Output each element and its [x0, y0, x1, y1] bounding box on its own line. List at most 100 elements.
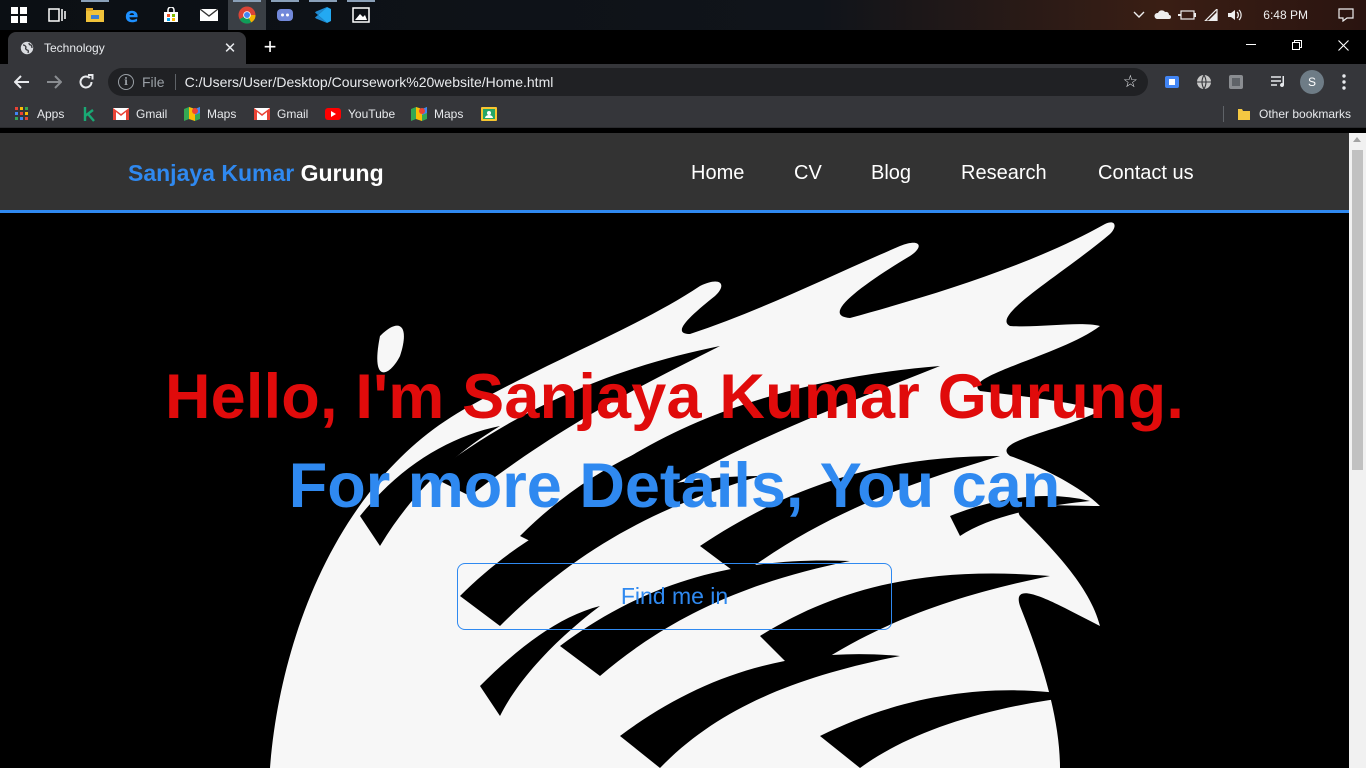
extension-box-icon[interactable]: [1226, 72, 1246, 92]
folder-icon: [1236, 106, 1252, 122]
brand-last-name: Gurung: [300, 160, 384, 186]
battery-icon[interactable]: [1175, 0, 1199, 30]
scroll-up-arrow-icon[interactable]: [1353, 137, 1361, 142]
reload-button[interactable]: [72, 68, 100, 96]
bookmark-label: Gmail: [277, 107, 309, 121]
tab-technology[interactable]: Technology ✕: [8, 32, 246, 64]
address-bar[interactable]: i File C:/Users/User/Desktop/Coursework%…: [108, 68, 1148, 96]
bookmark-gmail[interactable]: Gmail: [113, 104, 167, 124]
close-tab-icon[interactable]: ✕: [218, 36, 242, 60]
bookmark-other-folder[interactable]: Other bookmarks: [1236, 104, 1351, 124]
maps-icon: [411, 106, 427, 122]
vscode-icon: [315, 7, 331, 23]
nav-home[interactable]: Home: [691, 162, 744, 185]
site-header: Sanjaya Kumar Gurung Home CV Blog Resear…: [0, 133, 1349, 213]
nav-contact-us[interactable]: Contact us: [1098, 162, 1194, 185]
file-explorer-icon: [86, 8, 104, 22]
extension-globe-icon[interactable]: [1194, 72, 1214, 92]
forward-arrow-icon: [47, 75, 62, 89]
bookmark-apps[interactable]: Apps: [14, 104, 64, 124]
photos-icon: [352, 7, 370, 23]
discord-icon: [277, 9, 293, 21]
notifications-icon[interactable]: [1326, 0, 1366, 30]
start-button[interactable]: [0, 0, 38, 30]
bookmark-gmail[interactable]: Gmail: [254, 104, 308, 124]
youtube-icon: [325, 106, 341, 122]
volume-icon[interactable]: [1223, 0, 1247, 30]
nav-research[interactable]: Research: [961, 162, 1047, 185]
taskbar-discord[interactable]: [266, 0, 304, 30]
taskbar-mail[interactable]: [190, 0, 228, 30]
restore-icon: [1292, 40, 1302, 50]
chevron-up-icon[interactable]: [1127, 0, 1151, 30]
media-control-icon[interactable]: [1269, 72, 1289, 92]
globe-icon: [20, 41, 34, 55]
forward-button[interactable]: [40, 68, 68, 96]
bookmark-classroom[interactable]: [481, 104, 504, 124]
bookmark-youtube[interactable]: YouTube: [325, 104, 395, 124]
bookmark-label: Maps: [207, 107, 237, 121]
hero-title: Hello, I'm Sanjaya Kumar Gurung.: [164, 362, 1185, 432]
minimize-button[interactable]: [1228, 30, 1274, 60]
find-me-in-button[interactable]: Find me in: [457, 563, 892, 630]
tab-title: Technology: [44, 41, 105, 55]
extension-translate-icon[interactable]: [1162, 72, 1182, 92]
bookmark-maps[interactable]: Maps: [411, 104, 463, 124]
profile-avatar[interactable]: S: [1300, 70, 1324, 94]
url-text[interactable]: C:/Users/User/Desktop/Coursework%20websi…: [185, 74, 1123, 90]
bookmark-star-icon[interactable]: ☆: [1123, 72, 1138, 92]
back-arrow-icon: [14, 75, 29, 89]
task-view-icon: [48, 8, 66, 22]
tab-strip: Technology ✕ +: [0, 30, 1366, 64]
running-indicator: [271, 0, 299, 2]
wifi-icon[interactable]: [1199, 0, 1223, 30]
page-viewport: Sanjaya Kumar Gurung Home CV Blog Resear…: [0, 133, 1349, 768]
scrollbar-thumb[interactable]: [1352, 150, 1363, 470]
k-icon: [82, 106, 98, 122]
running-indicator: [309, 0, 337, 2]
divider: [174, 74, 176, 90]
maps-icon: [184, 106, 200, 122]
bookmark-maps[interactable]: Maps: [184, 104, 236, 124]
site-brand[interactable]: Sanjaya Kumar Gurung: [128, 160, 384, 187]
close-window-button[interactable]: [1320, 30, 1366, 60]
nav-blog[interactable]: Blog: [871, 162, 911, 185]
running-indicator: [81, 0, 109, 2]
taskbar-vscode[interactable]: [304, 0, 342, 30]
clock[interactable]: 6:48 PM: [1247, 8, 1326, 22]
brand-first-name: Sanjaya Kumar: [128, 160, 295, 186]
bookmark-label: Maps: [434, 107, 464, 121]
running-indicator: [347, 0, 375, 2]
restore-button[interactable]: [1274, 30, 1320, 60]
nav-cv[interactable]: CV: [794, 162, 822, 185]
bookmarks-bar: Apps Gmail Maps Gmail YouTube Maps Other…: [0, 100, 1366, 128]
classroom-icon: [481, 106, 497, 122]
mail-icon: [200, 8, 218, 21]
taskbar-edge[interactable]: e: [114, 0, 152, 30]
apps-grid-icon: [14, 106, 30, 122]
new-tab-button[interactable]: +: [259, 36, 281, 59]
svg-text:e: e: [125, 6, 139, 24]
chrome-icon: [238, 6, 256, 24]
gmail-icon: [113, 106, 129, 122]
store-icon: [164, 7, 178, 22]
info-icon[interactable]: i: [118, 74, 134, 90]
windows-taskbar: e 6:48 PM: [0, 0, 1366, 30]
bookmark-k[interactable]: [82, 104, 105, 124]
hero-section: Hello, I'm Sanjaya Kumar Gurung. For mor…: [0, 216, 1349, 768]
reload-icon: [79, 74, 94, 89]
task-view-button[interactable]: [38, 0, 76, 30]
back-button[interactable]: [8, 68, 36, 96]
taskbar-photos[interactable]: [342, 0, 380, 30]
url-scheme-label: File: [142, 74, 165, 90]
start-icon: [11, 7, 27, 23]
bookmark-label: YouTube: [348, 107, 396, 121]
page-scrollbar[interactable]: [1349, 133, 1366, 768]
taskbar-file-explorer[interactable]: [76, 0, 114, 30]
taskbar-store[interactable]: [152, 0, 190, 30]
browser-toolbar: i File C:/Users/User/Desktop/Coursework%…: [0, 64, 1366, 100]
menu-dots-icon[interactable]: [1334, 70, 1354, 94]
taskbar-chrome[interactable]: [228, 0, 266, 30]
system-tray: 6:48 PM: [1127, 0, 1366, 30]
onedrive-cloud-icon[interactable]: [1151, 0, 1175, 30]
